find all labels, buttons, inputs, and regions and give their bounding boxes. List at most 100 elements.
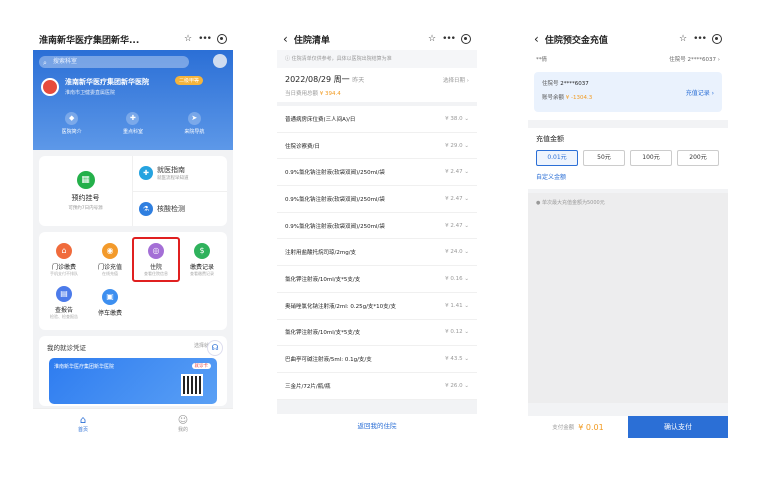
intro-icon: ◆ <box>65 112 79 125</box>
booking-label: 预约挂号 <box>71 194 100 202</box>
tab-home[interactable]: ⌂ 首页 <box>33 409 133 438</box>
list-item[interactable]: 0.9%氯化钠注射液(软袋双阀)/250ml/袋 ¥ 2.47 ⌄ <box>277 186 477 213</box>
bill-items-list: 普通病房床位费(三人间A)/日 ¥ 38.0 ⌄ 住院诊察费/日 ¥ 29.0 ⌄ … <box>277 106 477 400</box>
headset-icon[interactable]: ☊ <box>207 340 223 356</box>
back-icon[interactable]: ‹ <box>534 32 539 46</box>
more-icon[interactable]: ••• <box>693 34 707 44</box>
booking-icon: ▦ <box>76 171 95 189</box>
guide-button[interactable]: ✚ 就医指南 就医流程早知道 <box>133 156 227 191</box>
recharge-records-link[interactable]: 充值记录 › <box>686 88 714 97</box>
page-title: 淮南新华医疗集团新华... <box>39 35 140 46</box>
visit-card-badge: 就诊卡 <box>191 363 211 369</box>
pay-amount: ¥ 0.01 <box>578 422 604 432</box>
star-icon[interactable]: ☆ <box>428 34 436 44</box>
covid-test-label: 核酸检测 <box>157 204 185 213</box>
tab-mine[interactable]: ☺ 我的 <box>133 409 233 438</box>
booking-sub: 可预约7日内号源 <box>68 206 103 211</box>
list-item[interactable]: 0.9%氯化钠注射液(软袋双阀)/250ml/袋 ¥ 2.47 ⌄ <box>277 159 477 187</box>
admission-number: 2****6037 <box>560 81 589 87</box>
navigation-icon: ➤ <box>187 112 201 125</box>
quick-link-departments[interactable]: ✚ 重点科室 <box>123 112 143 144</box>
patient-selector[interactable]: **倩 住院号 2****6037 › <box>528 50 728 68</box>
chevron-down-icon: ⌄ <box>464 115 469 122</box>
info-icon: ⓘ <box>285 56 291 62</box>
hospital-name: 淮南新华医疗集团新华医院 <box>65 78 149 86</box>
back-icon[interactable]: ‹ <box>283 32 288 46</box>
list-item[interactable]: 0.9%氯化钠注射液(软袋双阀)/250ml/袋 ¥ 2.47 ⌄ <box>277 213 477 240</box>
avatar[interactable] <box>213 54 227 68</box>
amount-option[interactable]: 0.01元 <box>536 150 578 166</box>
chevron-down-icon: ⌄ <box>464 329 469 336</box>
visit-card-title: 淮南新华医疗集团新华医院 <box>54 364 115 370</box>
quick-link-navigation[interactable]: ➤ 来院导航 <box>184 112 204 144</box>
report-icon: ▤ <box>56 285 72 302</box>
star-icon[interactable]: ☆ <box>184 34 192 44</box>
deposit-recharge-screen: ‹ 住院预交金充值 ☆ ••• **倩 住院号 2****6037 › 住院号 … <box>528 28 728 438</box>
list-item[interactable]: 普通病房床位费(三人间A)/日 ¥ 38.0 ⌄ <box>277 106 477 133</box>
list-item[interactable]: 巴曲亭可碱注射液/5ml: 0.1g/支/支 ¥ 43.5 ⌄ <box>277 346 477 373</box>
max-amount-hint: 单次最大充值金额为5000元 <box>541 200 605 206</box>
chevron-down-icon: ⌄ <box>464 302 469 309</box>
service-parking[interactable]: ▣ 停车缴费 <box>87 281 133 324</box>
more-icon[interactable]: ••• <box>198 34 212 44</box>
date-summary: 2022/08/29 周一 昨天 当日费用总额 ¥ 394.4 选择日期 › <box>277 68 477 102</box>
star-icon[interactable]: ☆ <box>679 34 687 44</box>
account-balance: ¥ -1304.3 <box>565 95 593 101</box>
bill-date: 2022/08/29 周一 <box>285 75 350 84</box>
amount-option[interactable]: 100元 <box>630 150 672 166</box>
chevron-down-icon: ⌄ <box>464 169 469 176</box>
guide-label: 就医指南 <box>157 166 185 175</box>
chevron-down-icon: ⌄ <box>464 356 469 363</box>
service-outpatient-payment[interactable]: ⌂ 门诊缴费 手机支付不排队 <box>41 238 87 281</box>
search-placeholder: 搜索科室 <box>53 58 78 65</box>
close-mini-program-icon[interactable] <box>461 34 471 44</box>
patient-admission-number: 住院号 2****6037 › <box>669 57 720 63</box>
close-mini-program-icon[interactable] <box>217 34 227 44</box>
select-date-link[interactable]: 选择日期 › <box>443 76 469 84</box>
service-payment-records[interactable]: $ 缴费记录 查看缴费记录 <box>179 238 225 281</box>
hospital-logo <box>41 78 59 96</box>
list-item[interactable]: 住院诊察费/日 ¥ 29.0 ⌄ <box>277 133 477 160</box>
chevron-down-icon: ⌄ <box>464 275 469 282</box>
notice-bar: ⓘ 住院清单仅供参考，具体以医院出院结算为准 <box>277 50 477 68</box>
main-services-card: ▦ 预约挂号 可预约7日内号源 ✚ 就医指南 就医流程早知道 ⚗ 核酸检测 <box>39 156 227 226</box>
custom-amount-link[interactable]: 自定义金额 <box>536 172 720 181</box>
hero-banner: ⌕ 搜索科室 淮南新华医疗集团新华医院 二级甲等 淮南市卫健委直属医院 ◆ 医院简… <box>33 50 233 150</box>
list-item[interactable]: 注射用盐酸托烷司琼/2mg/支 ¥ 24.0 ⌄ <box>277 239 477 267</box>
service-inpatient[interactable]: ◎ 住院 查看住院信息 <box>132 237 180 282</box>
search-icon: ⌕ <box>43 59 47 67</box>
more-icon[interactable]: ••• <box>442 34 456 44</box>
list-item[interactable]: 氯化钾注射液/10ml/支*5支/支 ¥ 0.16 ⌄ <box>277 266 477 293</box>
chevron-down-icon: ⌄ <box>464 222 469 229</box>
pay-bar: 支付金额 ¥ 0.01 确认支付 <box>528 416 728 438</box>
home-screen: 淮南新华医疗集团新华... ☆ ••• ⌕ 搜索科室 淮南新华医疗集团新华医院 … <box>33 28 233 438</box>
hint-area: ● 单次最大充值金额为5000元 <box>528 193 728 403</box>
outpatient-recharge-icon: ◉ <box>102 242 118 259</box>
quick-link-intro[interactable]: ◆ 医院简介 <box>62 112 82 144</box>
user-icon: ☺ <box>177 414 189 426</box>
confirm-pay-button[interactable]: 确认支付 <box>628 416 728 438</box>
covid-test-button[interactable]: ⚗ 核酸检测 <box>133 190 227 227</box>
booking-button[interactable]: ▦ 预约挂号 可预约7日内号源 <box>39 156 133 226</box>
department-icon: ✚ <box>126 112 140 125</box>
top-bar: ‹ 住院预交金充值 ☆ ••• <box>528 28 728 50</box>
visit-card[interactable]: 淮南新华医疗集团新华医院 就诊卡 <box>49 358 217 404</box>
list-item[interactable]: 奥硝唑氯化钠注射液/2ml: 0.25g/支*10支/支 ¥ 1.41 ⌄ <box>277 293 477 320</box>
top-bar: ‹ 住院清单 ☆ ••• <box>277 28 477 50</box>
hospital-subtitle: 淮南市卫健委直属医院 <box>65 90 116 96</box>
back-to-inpatient-link[interactable]: 返回我的住院 <box>277 414 477 438</box>
list-item[interactable]: 三金片/72片/瓶/瓶 ¥ 26.0 ⌄ <box>277 373 477 400</box>
list-item[interactable]: 氯化钾注射液/10ml/支*5支/支 ¥ 0.12 ⌄ <box>277 320 477 347</box>
tab-bar: ⌂ 首页 ☺ 我的 <box>33 408 233 438</box>
close-mini-program-icon[interactable] <box>712 34 722 44</box>
guide-icon: ✚ <box>139 166 153 181</box>
service-outpatient-recharge[interactable]: ◉ 门诊充值 在线充值 <box>87 238 133 281</box>
search-input[interactable]: ⌕ 搜索科室 <box>39 56 189 68</box>
inpatient-bill-screen: ‹ 住院清单 ☆ ••• ⓘ 住院清单仅供参考，具体以医院出院结算为准 2022… <box>277 28 477 438</box>
page-title: 住院清单 <box>293 35 330 46</box>
amount-option[interactable]: 50元 <box>583 150 625 166</box>
service-reports[interactable]: ▤ 查报告 检验、检查报告 <box>41 281 87 324</box>
qr-code-icon <box>181 374 203 396</box>
chevron-down-icon: ⌄ <box>464 249 469 256</box>
amount-option[interactable]: 200元 <box>677 150 719 166</box>
